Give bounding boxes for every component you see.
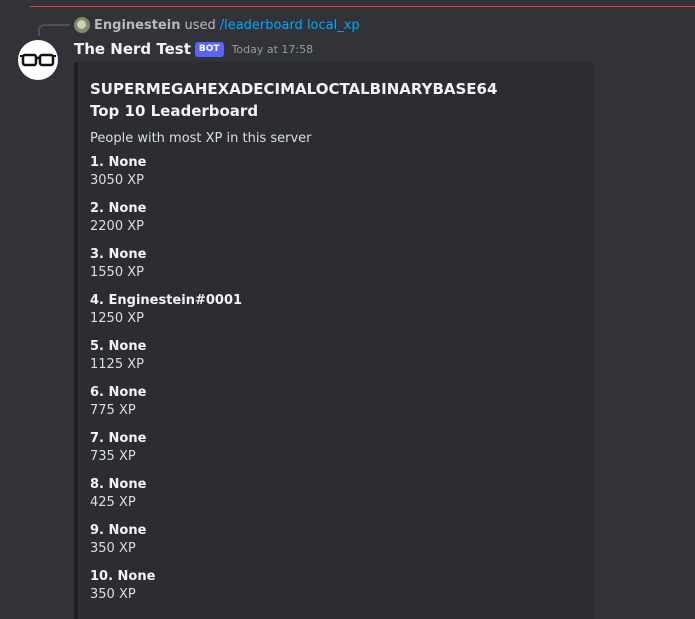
entry-xp: 350 XP bbox=[90, 587, 136, 602]
embed-description: People with most XP in this server bbox=[90, 131, 312, 146]
reply-used-text: used bbox=[184, 17, 216, 33]
entry-name: 2. None bbox=[90, 201, 147, 216]
leaderboard-entry: 1. None 3050 XP bbox=[90, 154, 582, 190]
leaderboard-entry: 6. None 775 XP bbox=[90, 384, 582, 420]
entry-xp: 1250 XP bbox=[90, 311, 144, 326]
new-messages-divider bbox=[30, 6, 695, 7]
reply-username[interactable]: Enginestein bbox=[94, 18, 180, 33]
bot-avatar[interactable] bbox=[18, 40, 58, 80]
entry-name: 9. None bbox=[90, 523, 147, 538]
leaderboard-entry: 10. None 350 XP bbox=[90, 568, 582, 604]
entry-xp: 425 XP bbox=[90, 495, 136, 510]
glasses-icon bbox=[20, 53, 56, 67]
leaderboard-entry: 4. Enginestein#0001 1250 XP bbox=[90, 292, 582, 328]
entry-name: 1. None bbox=[90, 155, 147, 170]
bot-badge: BOT bbox=[194, 41, 224, 57]
entry-xp: 1550 XP bbox=[90, 265, 144, 280]
entry-xp: 350 XP bbox=[90, 541, 136, 556]
reply-command-link[interactable]: /leaderboard local_xp bbox=[220, 18, 360, 33]
entry-name: 8. None bbox=[90, 477, 147, 492]
embed-title: SUPERMEGAHEXADECIMALOCTALBINARYBASE64 To… bbox=[90, 80, 498, 120]
entry-name: 4. Enginestein#0001 bbox=[90, 293, 243, 308]
entry-name: 6. None bbox=[90, 385, 147, 400]
message-timestamp[interactable]: Today at 17:58 bbox=[232, 43, 314, 56]
entry-xp: 1125 XP bbox=[90, 357, 144, 372]
reply-context[interactable]: Enginestein used /leaderboard local_xp bbox=[74, 16, 360, 34]
entry-name: 7. None bbox=[90, 431, 147, 446]
entry-xp: 2200 XP bbox=[90, 219, 144, 234]
entry-name: 10. None bbox=[90, 569, 156, 584]
entry-xp: 735 XP bbox=[90, 449, 136, 464]
leaderboard-entry: 3. None 1550 XP bbox=[90, 246, 582, 282]
leaderboard-entry: 5. None 1125 XP bbox=[90, 338, 582, 374]
message-header: The Nerd Test BOT Today at 17:58 bbox=[74, 38, 313, 60]
leaderboard-entry: 2. None 2200 XP bbox=[90, 200, 582, 236]
author-name[interactable]: The Nerd Test bbox=[74, 40, 191, 58]
leaderboard-entry: 8. None 425 XP bbox=[90, 476, 582, 512]
leaderboard-entry: 7. None 735 XP bbox=[90, 430, 582, 466]
leaderboard-embed: SUPERMEGAHEXADECIMALOCTALBINARYBASE64 To… bbox=[74, 62, 594, 619]
chat-view: Enginestein used /leaderboard local_xp T… bbox=[0, 0, 695, 619]
reply-connector bbox=[38, 24, 70, 36]
entry-name: 5. None bbox=[90, 339, 147, 354]
leaderboard-entry: 9. None 350 XP bbox=[90, 522, 582, 558]
entry-xp: 775 XP bbox=[90, 403, 136, 418]
entry-name: 3. None bbox=[90, 247, 147, 262]
entry-xp: 3050 XP bbox=[90, 173, 144, 188]
leaderboard-list: 1. None 3050 XP 2. None 2200 XP 3. None … bbox=[90, 154, 582, 604]
reply-user-avatar-icon[interactable] bbox=[74, 17, 90, 33]
